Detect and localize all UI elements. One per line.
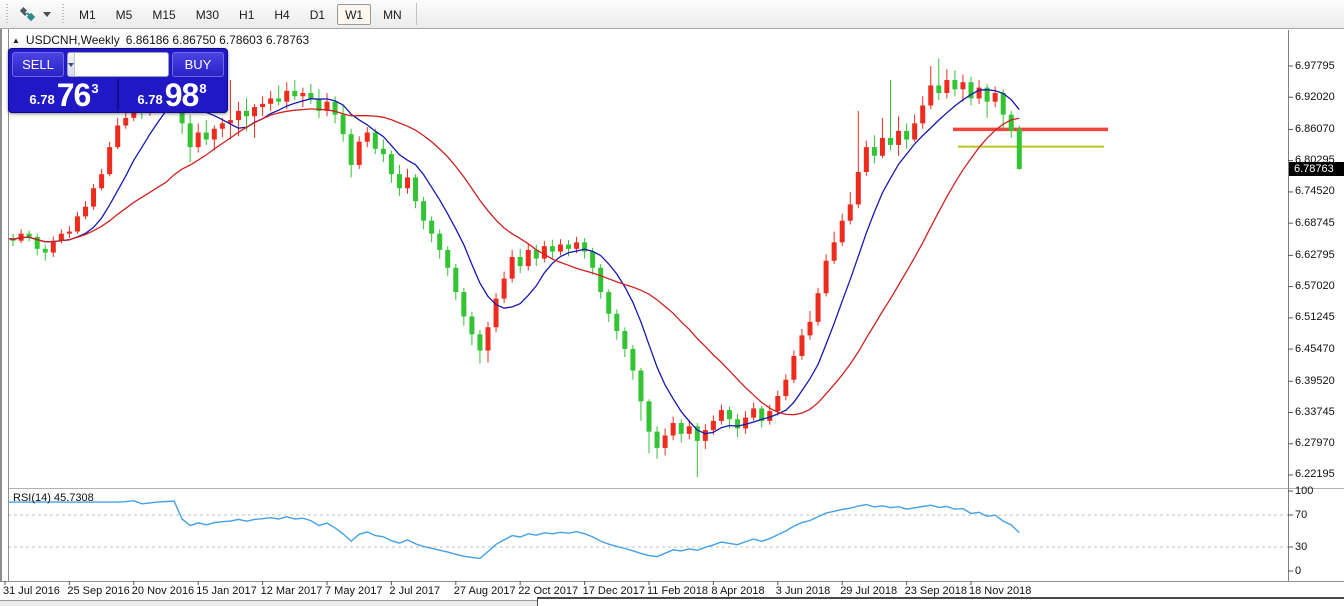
rsi-scale-label: 70 bbox=[1295, 509, 1307, 521]
date-label: 29 Jul 2018 bbox=[840, 585, 897, 597]
buy-price-small: 6.78 bbox=[137, 92, 162, 107]
chart-window[interactable]: ▲ USDCNH,Weekly 6.86186 6.86750 6.78603 … bbox=[0, 29, 1344, 606]
bottom-window-edge bbox=[537, 597, 1344, 606]
chart-symbol-label: USDCNH,Weekly bbox=[26, 33, 120, 47]
volume-input[interactable] bbox=[75, 53, 169, 76]
date-label: 25 Sep 2016 bbox=[67, 585, 129, 597]
rsi-scale-label: 30 bbox=[1295, 541, 1307, 553]
sell-price-small: 6.78 bbox=[29, 92, 54, 107]
price-scale-label: 6.97795 bbox=[1295, 60, 1335, 72]
buy-price-big: 98 bbox=[165, 80, 199, 110]
buy-price-sup: 8 bbox=[199, 81, 206, 96]
order-arrows-icon bbox=[18, 6, 38, 22]
timeframe-button-MN[interactable]: MN bbox=[375, 4, 410, 25]
timeframe-button-M30[interactable]: M30 bbox=[188, 4, 227, 25]
chart-ohlc-values: 6.86186 6.86750 6.78603 6.78763 bbox=[126, 33, 310, 47]
buy-button[interactable]: BUY bbox=[172, 52, 224, 77]
rsi-scale-label: 0 bbox=[1295, 565, 1301, 577]
timeframe-button-M5[interactable]: M5 bbox=[108, 4, 141, 25]
price-scale-label: 6.51245 bbox=[1295, 311, 1335, 323]
candlestick-chart-canvas[interactable] bbox=[0, 29, 1344, 606]
date-label: 11 Feb 2018 bbox=[647, 585, 708, 597]
timeframe-button-M1[interactable]: M1 bbox=[71, 4, 104, 25]
current-price-tag: 6.78763 bbox=[1289, 162, 1344, 176]
candles bbox=[3, 58, 1022, 477]
toolbar-grip[interactable] bbox=[4, 4, 9, 24]
date-label: 22 Oct 2017 bbox=[518, 585, 578, 597]
price-scale-label: 6.45470 bbox=[1295, 343, 1335, 355]
timeframe-button-H4[interactable]: H4 bbox=[266, 4, 297, 25]
one-click-trading-panel: SELL BUY 6.78 76 3 6.78 98 8 bbox=[8, 48, 228, 113]
date-label: 15 Jan 2017 bbox=[196, 585, 257, 597]
price-scale-label: 6.57020 bbox=[1295, 280, 1335, 292]
timeframe-button-W1[interactable]: W1 bbox=[337, 4, 371, 25]
date-label: 17 Dec 2017 bbox=[583, 585, 645, 597]
toolbar-grip[interactable] bbox=[60, 4, 65, 24]
sell-price-sup: 3 bbox=[91, 81, 98, 96]
timeframe-buttons-group: M1M5M15M30H1H4D1W1MN bbox=[69, 4, 412, 25]
volume-control bbox=[67, 52, 169, 77]
sell-price-display[interactable]: 6.78 76 3 bbox=[12, 79, 116, 111]
date-label: 2 Jul 2017 bbox=[389, 585, 440, 597]
rsi-indicator-label: RSI(14) 45.7308 bbox=[13, 492, 94, 504]
sell-price-big: 76 bbox=[57, 80, 91, 110]
mt4-application: M1M5M15M30H1H4D1W1MN ▲ USDCNH,Weekly 6.8… bbox=[0, 0, 1344, 606]
date-label: 8 Apr 2018 bbox=[711, 585, 764, 597]
volume-decrease-button[interactable] bbox=[68, 53, 75, 76]
buy-price-display[interactable]: 6.78 98 8 bbox=[120, 79, 224, 111]
price-scale-label: 6.68745 bbox=[1295, 217, 1335, 229]
timeframe-button-D1[interactable]: D1 bbox=[302, 4, 333, 25]
chevron-down-icon bbox=[43, 12, 51, 17]
date-label: 31 Jul 2016 bbox=[3, 585, 60, 597]
date-label: 27 Aug 2017 bbox=[454, 585, 516, 597]
timeframe-button-H1[interactable]: H1 bbox=[231, 4, 262, 25]
timeframe-button-M15[interactable]: M15 bbox=[144, 4, 183, 25]
panel-divider bbox=[117, 79, 119, 111]
date-label: 23 Sep 2018 bbox=[905, 585, 967, 597]
rsi-line bbox=[5, 501, 1019, 559]
timeframes-toolbar: M1M5M15M30H1H4D1W1MN bbox=[0, 0, 1344, 29]
price-scale-label: 6.22195 bbox=[1295, 468, 1335, 480]
collapse-triangle-icon[interactable]: ▲ bbox=[12, 36, 20, 45]
new-order-button[interactable] bbox=[13, 3, 56, 25]
date-label: 12 Mar 2017 bbox=[261, 585, 323, 597]
date-label: 18 Nov 2018 bbox=[969, 585, 1031, 597]
price-scale-label: 6.74520 bbox=[1295, 185, 1335, 197]
sell-button[interactable]: SELL bbox=[12, 52, 64, 77]
date-label: 20 Nov 2016 bbox=[132, 585, 194, 597]
price-scale-label: 6.33745 bbox=[1295, 406, 1335, 418]
price-scale-label: 6.62795 bbox=[1295, 249, 1335, 261]
date-label: 3 Jun 2018 bbox=[776, 585, 830, 597]
rsi-scale-label: 100 bbox=[1295, 485, 1313, 497]
date-label: 7 May 2017 bbox=[325, 585, 382, 597]
price-scale-label: 6.39520 bbox=[1295, 375, 1335, 387]
chart-title: ▲ USDCNH,Weekly 6.86186 6.86750 6.78603 … bbox=[12, 33, 309, 47]
triangle-down-icon bbox=[68, 63, 74, 67]
toolbar-separator bbox=[416, 3, 417, 25]
price-scale-label: 6.92020 bbox=[1295, 91, 1335, 103]
price-scale-label: 6.86070 bbox=[1295, 123, 1335, 135]
price-scale-label: 6.27970 bbox=[1295, 437, 1335, 449]
window-left-frame bbox=[0, 29, 9, 581]
